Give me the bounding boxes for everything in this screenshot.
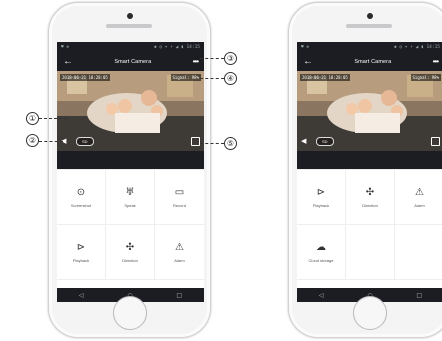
quality-button[interactable]: SD [316, 136, 334, 146]
back-arrow-icon[interactable]: ← [303, 56, 313, 67]
status-left: ♥ ⊕ [301, 44, 310, 50]
front-camera [367, 13, 373, 19]
nav-back-icon[interactable]: ◁ [79, 292, 84, 299]
status-bar: ♥ ⊕ ✱ ◎ ▾ ⚡ ◢ ▮ 14:15 [57, 42, 204, 52]
home-button[interactable] [353, 296, 387, 330]
direction-icon: ✣ [365, 187, 375, 198]
camera-icon: ⊙ [76, 187, 86, 198]
control-label: Direction [362, 203, 378, 208]
title-bar: ← Smart Camera ••• [57, 52, 204, 71]
record-icon: ▭ [174, 187, 185, 198]
control-grid: ⊙ Screenshot ♅ Speak ▭ Record ⊳ Playback… [57, 169, 204, 280]
more-dots-icon[interactable]: ••• [433, 57, 439, 65]
alarm-icon: ⚠ [175, 242, 184, 253]
playback-icon: ⊳ [76, 242, 86, 253]
status-right: ✱ ◎ ▾ ⚡ ◢ ▮ 14:15 [393, 44, 440, 50]
callout-2-line [39, 141, 63, 142]
speaker-icon[interactable]: ◀ [301, 137, 310, 146]
control-label: Playback [312, 203, 330, 208]
video-controls: ◀ SD [57, 131, 204, 151]
video-timestamp: 2018-06-21 18:28:05 [300, 74, 350, 81]
empty-cell [395, 225, 442, 280]
screenshot-button[interactable]: ⊙ Screenshot [57, 170, 106, 225]
callout-4-line [200, 78, 224, 79]
phone-left: ♥ ⊕ ✱ ◎ ▾ ⚡ ◢ ▮ 14:15 ← Smart Camera ••• [48, 2, 211, 338]
playback-button[interactable]: ⊳ Playback [57, 225, 106, 280]
video-timestamp: 2018-06-21 18:28:05 [60, 74, 110, 81]
record-button[interactable]: ▭ Record [155, 170, 204, 225]
video-controls: ◀ SD [297, 131, 442, 151]
callout-2: ② [26, 134, 39, 147]
direction-button[interactable]: ✣ Direction [346, 170, 395, 225]
front-camera [127, 13, 133, 19]
cloud-storage-button[interactable]: ☁ Cloud storage [297, 225, 346, 280]
control-label: Alarm [414, 203, 425, 208]
callout-1: ① [26, 112, 39, 125]
signal-strength: Signal: 98% [170, 74, 201, 81]
nav-back-icon[interactable]: ◁ [319, 292, 324, 299]
alarm-button[interactable]: ⚠ Alarm [395, 170, 442, 225]
quality-button[interactable]: SD [76, 136, 94, 146]
direction-button[interactable]: ✣ Direction [106, 225, 155, 280]
control-label: Record [173, 203, 186, 208]
direction-icon: ✣ [125, 242, 135, 253]
nav-recent-icon[interactable]: □ [176, 292, 182, 299]
phone-right: ♥ ⊕ ✱ ◎ ▾ ⚡ ◢ ▮ 14:15 ← Smart Camera ••• [288, 2, 442, 338]
empty-cell [346, 225, 395, 280]
status-left: ♥ ⊕ [61, 44, 70, 50]
video-bottom-bar [57, 151, 204, 169]
fullscreen-icon[interactable] [191, 136, 200, 146]
signal-strength: Signal: 98% [410, 74, 441, 81]
page-title: Smart Camera [114, 58, 152, 65]
control-label: Alarm [174, 258, 185, 263]
callout-4: ④ [224, 72, 237, 85]
page-title: Smart Camera [354, 58, 392, 65]
video-bottom-bar [297, 151, 442, 169]
playback-button[interactable]: ⊳ Playback [297, 170, 346, 225]
earpiece [346, 24, 392, 28]
callout-3: ③ [224, 52, 237, 65]
microphone-icon: ♅ [125, 187, 135, 198]
earpiece [106, 24, 152, 28]
home-button[interactable] [113, 296, 147, 330]
speak-button[interactable]: ♅ Speak [106, 170, 155, 225]
back-arrow-icon[interactable]: ← [63, 56, 73, 67]
nav-recent-icon[interactable]: □ [416, 292, 422, 299]
callout-5: ⑤ [224, 137, 237, 150]
callout-3-line [200, 58, 224, 59]
live-video[interactable]: 2018-06-21 18:28:05 Signal: 98% ◀ SD [297, 71, 442, 151]
title-bar: ← Smart Camera ••• [297, 52, 442, 71]
fullscreen-icon[interactable] [431, 136, 440, 146]
playback-icon: ⊳ [316, 187, 326, 198]
cloud-storage-icon: ☁ [316, 242, 326, 253]
control-label: Direction [122, 258, 138, 263]
callout-1-line [39, 118, 67, 119]
alarm-button[interactable]: ⚠ Alarm [155, 225, 204, 280]
control-label: Speak [124, 203, 136, 208]
control-label: Playback [72, 258, 90, 263]
control-grid: ⊳ Playback ✣ Direction ⚠ Alarm ☁ Cloud s… [297, 169, 442, 280]
more-dots-icon[interactable]: ••• [193, 57, 199, 65]
callout-5-line [200, 143, 224, 144]
live-video[interactable]: 2018-06-21 18:28:05 Signal: 98% ◀ SD [57, 71, 204, 151]
alarm-icon: ⚠ [415, 187, 424, 198]
status-bar: ♥ ⊕ ✱ ◎ ▾ ⚡ ◢ ▮ 14:15 [297, 42, 442, 52]
control-label: Screenshot [70, 203, 92, 208]
screen-left: ♥ ⊕ ✱ ◎ ▾ ⚡ ◢ ▮ 14:15 ← Smart Camera ••• [57, 42, 204, 302]
stage: ♥ ⊕ ✱ ◎ ▾ ⚡ ◢ ▮ 14:15 ← Smart Camera ••• [0, 0, 442, 341]
screen-right: ♥ ⊕ ✱ ◎ ▾ ⚡ ◢ ▮ 14:15 ← Smart Camera ••• [297, 42, 442, 302]
control-label: Cloud storage [308, 258, 334, 263]
status-right: ✱ ◎ ▾ ⚡ ◢ ▮ 14:15 [153, 44, 200, 50]
